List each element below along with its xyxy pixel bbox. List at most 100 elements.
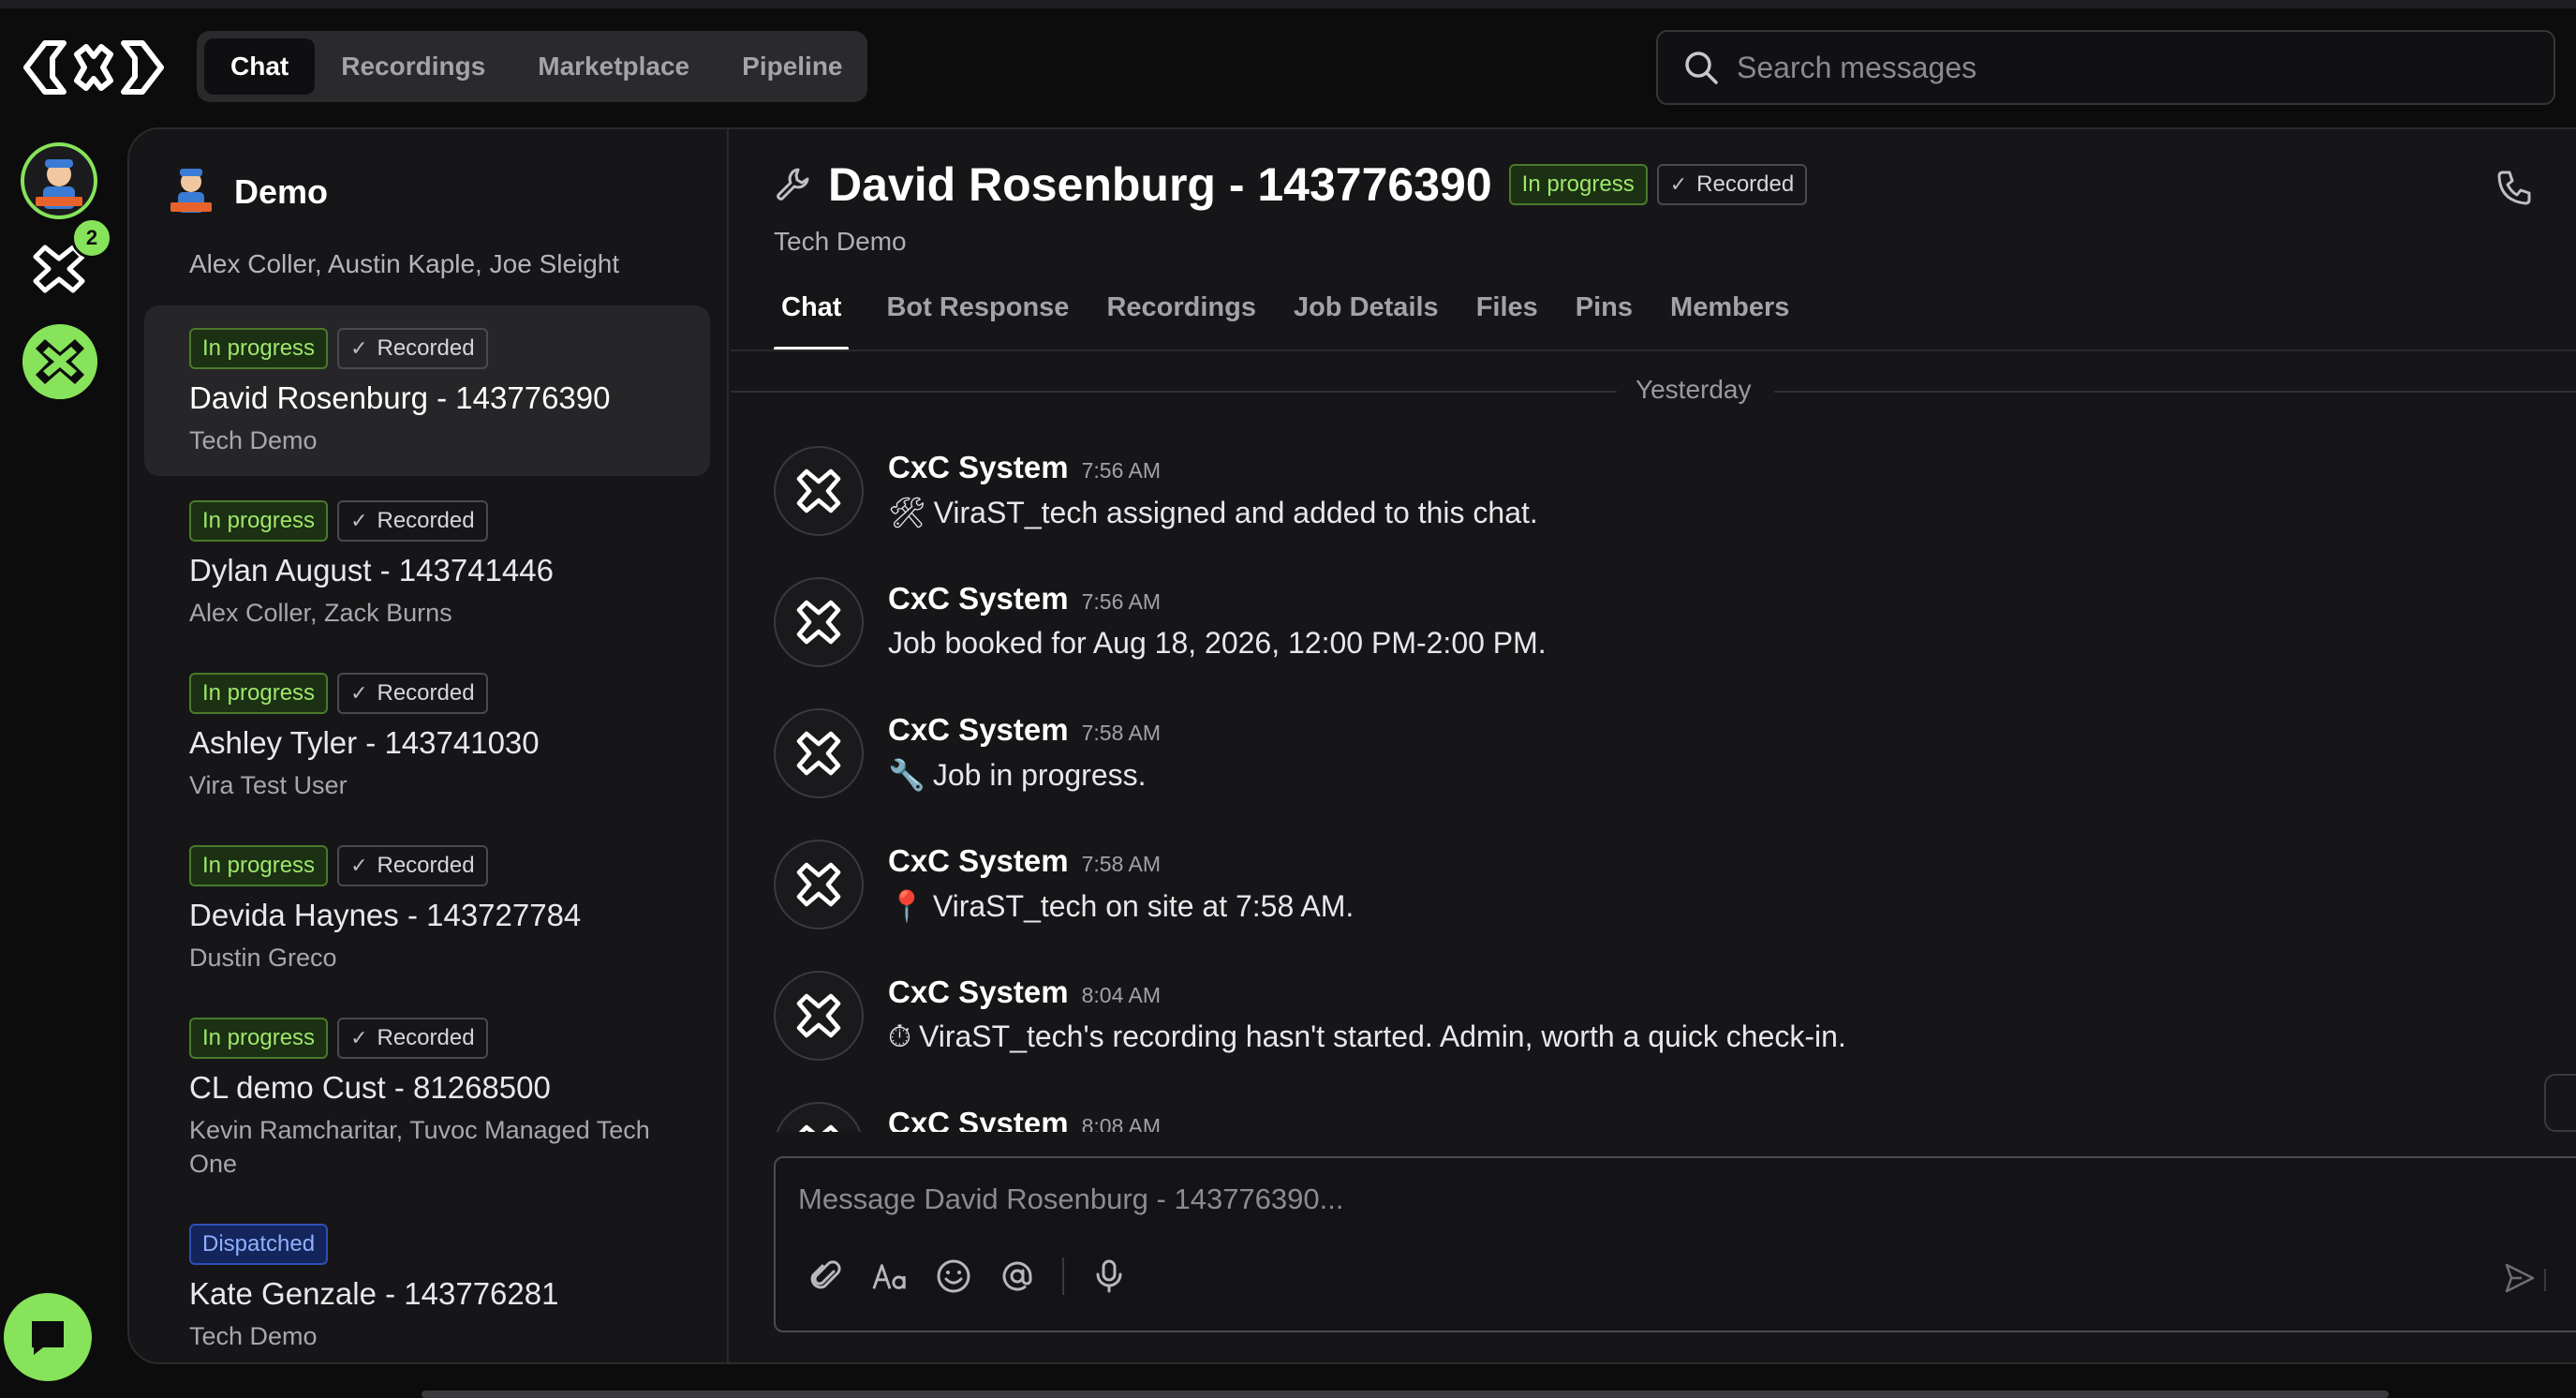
top-strip [0,0,2576,8]
group-title: Demo [234,172,329,211]
status-badge: In progress [189,673,329,714]
cxc-x-icon [796,731,841,776]
conversation-item[interactable]: In progress ✓ Recorded Devida Haynes - 14… [144,823,710,993]
check-icon: ✓ [350,336,368,360]
message-composer [774,1156,2576,1332]
search-input[interactable] [1737,50,2486,85]
composer-toolbar [807,1257,1128,1295]
chat-recorded-badge: ✓ Recorded [1656,164,1808,205]
conversation-subtitle: Tech Demo [189,426,318,454]
message-text: 📍 ViraST_tech on site at 7:58 AM. [888,888,1354,924]
conversation-title: Dylan August - 143741446 [189,553,554,587]
nav-tab-chat[interactable]: Chat [204,38,316,95]
message-input[interactable] [798,1182,2559,1229]
message-author: CxC System [888,712,1069,747]
status-badge: In progress [189,845,329,886]
conversation-title: Devida Haynes - 143727784 [189,898,582,932]
workspace-avatar-fletcher[interactable] [21,142,97,219]
recorded-label: Recorded [1696,171,1795,197]
nav-tab-recordings[interactable]: Recordings [315,38,511,95]
message-author: CxC System [888,974,1069,1009]
group-avatar-icon [170,169,212,213]
tab-job-details[interactable]: Job Details [1294,281,1439,349]
cxc-x-icon [798,1124,839,1132]
mention-icon[interactable] [999,1257,1036,1295]
message-list: CxC System 7:56 AM 🛠 ViraST_tech assigned … [731,431,2576,1132]
cxc-x-icon [796,993,841,1038]
recorded-badge: ✓ Recorded [337,673,488,714]
check-icon: ✓ [350,509,368,532]
message-time: 7:56 AM [1081,458,1161,483]
status-badge: Dispatched [189,1224,329,1265]
message-text: 🔧 Job in progress. [888,757,1161,793]
tab-pins[interactable]: Pins [1576,281,1633,349]
divider-line [731,391,1617,393]
message-content: ViraST_tech's recording hasn't started. … [918,1019,1846,1053]
conversation-item[interactable]: In progress ✓ Recorded David Rosenburg - … [144,305,710,476]
recorded-badge: ✓ Recorded [337,500,488,542]
message-author: CxC System [888,450,1069,484]
workspace-cxc-green-icon[interactable] [22,324,97,399]
message-content: Job in progress. [932,758,1147,792]
message: CxC System 7:56 AM Job booked for Aug 18,… [774,577,1547,667]
day-separator: Yesterday [731,375,2576,409]
conversation-title: David Rosenburg - 143776390 [189,380,611,415]
support-chat-button[interactable] [4,1293,92,1381]
recorded-label: Recorded [377,508,475,533]
conversation-item[interactable]: In progress ✓ Recorded Ashley Tyler - 143… [144,650,710,821]
conversation-item[interactable]: In progress ✓ Recorded CL demo Cust - 812… [144,995,710,1178]
message: CxC System 7:56 AM 🛠 ViraST_tech assigned … [774,446,1538,536]
horizontal-scrollbar[interactable] [422,1391,2389,1398]
tab-recordings[interactable]: Recordings [1106,281,1256,349]
message-time: 7:58 AM [1081,721,1161,745]
tab-members[interactable]: Members [1670,281,1789,349]
tab-bot-response[interactable]: Bot Response [886,281,1069,349]
status-badge: In progress [189,500,329,542]
top-nav: Chat Recordings Marketplace Pipeline [197,31,867,102]
scroll-to-bottom-button[interactable] [2544,1074,2576,1132]
day-label: Yesterday [1636,375,1752,404]
conversation-item[interactable]: Dispatched Kate Genzale - 143776281 Tech… [144,1201,710,1372]
message-text: 🛠 ViraST_tech assigned and added to this … [888,495,1538,530]
tab-files[interactable]: Files [1476,281,1538,349]
app-root: Chat Recordings Marketplace Pipeline 2 [0,0,2576,1398]
send-icon[interactable] [2503,1261,2537,1295]
cxc-x-icon [796,468,841,513]
message-time: 8:04 AM [1081,983,1161,1007]
microphone-icon[interactable] [1090,1257,1128,1295]
text-format-icon[interactable] [871,1257,909,1295]
recorded-label: Recorded [377,680,475,706]
wrench-icon [777,168,809,201]
conversation-item[interactable]: In progress ✓ Recorded Dylan August - 143… [144,478,710,648]
search-box[interactable] [1656,30,2555,105]
emoji-icon[interactable] [935,1257,972,1295]
phone-icon[interactable] [2495,169,2533,206]
message-time: 8:08 AM [1081,1114,1161,1132]
wrench-emoji-icon: 🔧 [888,758,925,792]
recorded-label: Recorded [377,853,475,878]
message-content: ViraST_tech on site at 7:58 AM. [932,889,1355,923]
message-content: Job booked for Aug 18, 2026, 12:00 PM-2:… [888,626,1547,660]
message-author: CxC System [888,843,1069,878]
tab-chat[interactable]: Chat [774,281,850,350]
message: CxC System 7:58 AM 📍 ViraST_tech on site a… [774,840,1354,930]
message-text: ⏱ ViraST_tech's recording hasn't started.… [888,1019,1846,1055]
message-content: ViraST_tech assigned and added to this c… [933,496,1538,529]
nav-tab-pipeline[interactable]: Pipeline [716,38,868,95]
attach-icon[interactable] [807,1257,845,1295]
message-author: CxC System [888,581,1069,616]
cxc-x-icon [796,862,841,907]
message: CxC System 8:04 AM ⏱ ViraST_tech's recordi… [774,971,1846,1061]
message: CxC System 7:58 AM 🔧 Job in progress. [774,708,1161,798]
chat-header: David Rosenburg - 143776390 In progress … [774,157,1808,212]
system-avatar [774,577,864,667]
cxc-logo[interactable] [19,34,169,101]
toolbar-divider [1062,1257,1064,1295]
status-badge: In progress [189,328,329,369]
nav-tab-marketplace[interactable]: Marketplace [511,38,716,95]
group-members: Alex Coller, Austin Kaple, Joe Sleight [189,249,620,278]
system-avatar [774,971,864,1061]
system-avatar [774,1102,864,1132]
system-avatar [774,446,864,536]
message: CxC System 8:08 AM [774,1102,1161,1132]
